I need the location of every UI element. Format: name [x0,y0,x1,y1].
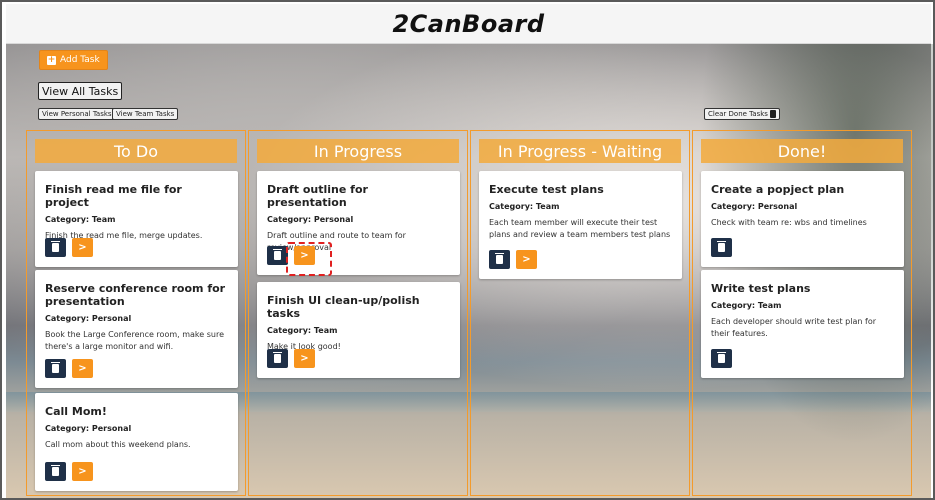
advance-task-button[interactable]: > [72,238,93,257]
trash-icon [273,249,282,260]
app-frame: 2CanBoard + Add Task View All Tasks View… [0,0,935,500]
task-description: Each team member will execute their test… [489,218,671,239]
advance-task-button[interactable]: > [72,462,93,481]
delete-task-button[interactable] [45,238,66,257]
task-card: Execute test plans Category: Team Each t… [479,171,682,279]
task-category: Category: Personal [267,215,354,224]
delete-task-button[interactable] [711,349,732,368]
task-card: Finish read me file for project Category… [35,171,238,267]
task-card: Call Mom! Category: Personal Call mom ab… [35,393,238,491]
view-all-tasks-button[interactable]: View All Tasks [38,82,123,100]
delete-task-button[interactable] [489,250,510,269]
advance-task-button[interactable]: > [516,250,537,269]
task-category: Category: Team [267,326,338,335]
task-category: Category: Team [711,301,782,310]
task-title: Draft outline for presentation [267,183,368,209]
delete-task-button[interactable] [267,349,288,368]
task-description: Check with team re: wbs and timelines [711,218,867,227]
task-description: Each developer should write test plan fo… [711,317,876,338]
delete-task-button[interactable] [711,238,732,257]
app-header: 2CanBoard [6,4,931,44]
task-title: Create a popject plan [711,183,845,196]
task-title: Reserve conference room for presentation [45,282,226,308]
task-description: Book the Large Conference room, make sur… [45,330,224,351]
view-personal-tasks-button[interactable]: View Personal Tasks [38,108,116,120]
task-category: Category: Team [45,215,116,224]
trash-icon [717,352,726,363]
delete-task-button[interactable] [45,462,66,481]
add-task-label: Add Task [60,55,100,65]
task-title: Execute test plans [489,183,604,196]
add-task-button[interactable]: + Add Task [39,50,108,70]
trash-icon [51,465,60,476]
delete-task-button[interactable] [267,246,288,265]
task-card: Finish UI clean-up/polish tasks Category… [257,282,460,378]
trash-icon [51,362,60,373]
column-todo: To Do Finish read me file for project Ca… [26,130,246,496]
column-in-progress-waiting: In Progress - Waiting Execute test plans… [470,130,690,496]
task-title: Finish UI clean-up/polish tasks [267,294,420,320]
column-title: In Progress [257,139,459,163]
highlight-box [286,242,332,276]
column-title: In Progress - Waiting [479,139,681,163]
task-category: Category: Personal [711,202,798,211]
task-title: Write test plans [711,282,811,295]
trash-icon [769,110,776,118]
plus-icon: + [47,54,56,65]
column-title: To Do [35,139,237,163]
app-logo: 2CanBoard [392,9,545,38]
advance-task-button[interactable]: > [294,349,315,368]
task-category: Category: Personal [45,314,132,323]
task-title: Finish read me file for project [45,183,182,209]
clear-done-label: Clear Done Tasks [708,110,768,118]
column-title: Done! [701,139,903,163]
trash-icon [717,241,726,252]
trash-icon [273,352,282,363]
task-description: Call mom about this weekend plans. [45,440,191,449]
task-category: Category: Team [489,202,560,211]
view-team-tasks-button[interactable]: View Team Tasks [112,108,179,120]
column-done: Done! Create a popject plan Category: Pe… [692,130,912,496]
column-in-progress: In Progress Draft outline for presentati… [248,130,468,496]
task-title: Call Mom! [45,405,107,418]
task-card: Write test plans Category: Team Each dev… [701,270,904,378]
clear-done-tasks-button[interactable]: Clear Done Tasks [704,108,780,120]
delete-task-button[interactable] [45,359,66,378]
trash-icon [51,241,60,252]
task-card: Reserve conference room for presentation… [35,270,238,388]
task-card: Create a popject plan Category: Personal… [701,171,904,267]
advance-task-button[interactable]: > [72,359,93,378]
trash-icon [495,253,504,264]
task-category: Category: Personal [45,424,132,433]
